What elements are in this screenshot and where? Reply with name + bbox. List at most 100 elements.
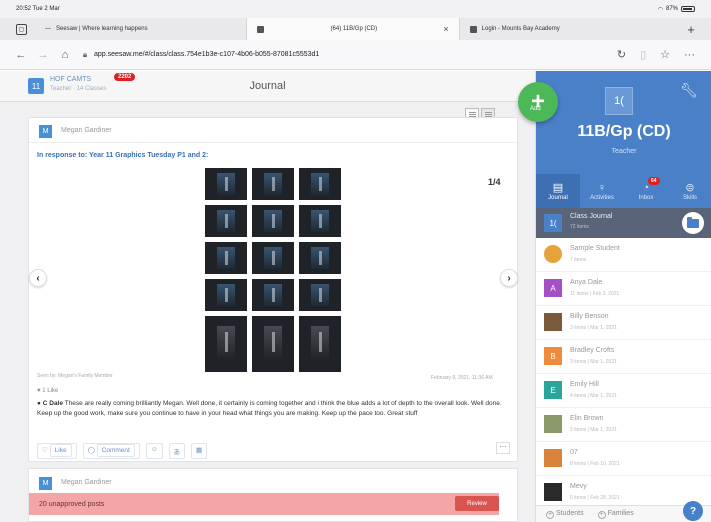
tab-inbox[interactable]: ◔ 64 Inbox — [624, 174, 668, 208]
browser-tab-login[interactable]: Login - Mounts Bay Academy — [460, 18, 671, 40]
student-avatar: A — [544, 279, 562, 297]
student-row[interactable]: Sample Student 7 items — [536, 238, 711, 272]
page-counter: 1/4 — [488, 177, 501, 187]
student-row[interactable]: Billy Benson 3 items | Mar 1, 2021 — [536, 306, 711, 340]
lightbulb-icon: ♀ — [597, 181, 607, 194]
artwork-thumbnail — [205, 242, 247, 274]
artwork-thumbnail — [252, 242, 294, 274]
post-author[interactable]: Megan Gardiner — [61, 479, 112, 486]
tab-label: (64) 11B/Gp (CD) — [330, 26, 378, 32]
like-count: 1 Like — [42, 388, 59, 394]
reader-icon[interactable]: ▯ — [640, 48, 646, 61]
previous-page-button[interactable]: ‹ — [29, 269, 47, 287]
class-side-panel: 1( 🔧︎ 11B/Gp (CD) Teacher ▤ Journal ♀ Ac… — [535, 71, 711, 522]
app-header: 11 HOF CAMTS Teacher · 14 Classes 2202 J… — [0, 71, 535, 102]
post-image-grid[interactable] — [205, 168, 345, 372]
book-icon: ▤ — [552, 182, 564, 194]
post-date: February 8, 2021, 11:36 AM — [431, 375, 493, 381]
tab-journal[interactable]: ▤ Journal — [536, 174, 580, 208]
reload-icon[interactable]: ↻ — [617, 48, 626, 61]
tab-label: Login - Mounts Bay Academy — [481, 26, 560, 32]
battery-icon — [681, 6, 695, 12]
student-avatar — [544, 245, 562, 263]
class-journal-avatar: 1( — [544, 214, 562, 232]
tab-label: Seesaw | Where learning happens — [56, 26, 148, 32]
new-tab-button[interactable]: + — [671, 22, 711, 37]
comment-button[interactable]: ◯ Comment — [82, 443, 140, 459]
tab-activities[interactable]: ♀ Activities — [580, 174, 624, 208]
tab-overview-icon[interactable]: ▢ — [16, 23, 27, 35]
page-title: Journal — [249, 80, 286, 92]
artwork-thumbnail — [252, 279, 294, 311]
artwork-thumbnail — [252, 168, 294, 200]
artwork-thumbnail — [205, 316, 247, 372]
tab-label: Inbox — [638, 194, 654, 201]
student-meta: 7 items — [570, 257, 587, 263]
student-avatar — [544, 449, 562, 467]
post-actions: ♡ Like ◯ Comment ☺ あ ▦ — [37, 443, 208, 459]
student-meta: 3 items | Mar 1, 2021 — [570, 325, 617, 331]
student-name: Billy Benson — [570, 313, 609, 320]
post-author[interactable]: Megan Gardiner — [61, 127, 112, 134]
author-avatar: M — [39, 125, 52, 138]
student-row[interactable]: A Anya Dale 11 items | Feb 3, 2021 — [536, 272, 711, 306]
back-arrow-icon[interactable]: ← — [10, 49, 32, 61]
students-button[interactable]: + Students — [546, 510, 584, 519]
student-name: Anya Dale — [570, 279, 603, 286]
artwork-thumbnail — [299, 205, 341, 237]
review-button[interactable]: Review — [455, 496, 499, 511]
browser-tab-seesaw[interactable]: — Seesaw | Where learning happens — [35, 18, 246, 40]
more-menu-icon[interactable]: ··· — [684, 49, 695, 61]
artwork-thumbnail — [252, 316, 294, 372]
class-journal-name: Class Journal — [570, 213, 613, 220]
battery-percent: 87% — [665, 6, 678, 12]
student-row[interactable]: Elin Brown 2 items | Mar 1, 2021 — [536, 408, 711, 442]
student-row[interactable]: 07 8 items | Feb 10, 2021 — [536, 442, 711, 476]
emoji-icon[interactable]: ☺ — [145, 443, 163, 459]
unapproved-posts-banner: 20 unapproved posts — [29, 493, 499, 515]
close-icon[interactable]: × — [443, 24, 448, 34]
journal-post: M Megan Gardiner In response to: Year 11… — [28, 117, 518, 462]
plus-circle-icon: + — [597, 510, 606, 519]
folders-button[interactable] — [682, 212, 704, 234]
url-field[interactable]: app.seesaw.me/#/class/class.754e1b3e-c10… — [94, 51, 617, 58]
families-button[interactable]: + Families — [597, 510, 634, 519]
response-to-link[interactable]: In response to: Year 11 Graphics Tuesday… — [37, 152, 208, 159]
artwork-thumbnail — [205, 168, 247, 200]
calendar-icon[interactable]: ▦ — [191, 443, 208, 459]
next-page-button[interactable]: › — [500, 269, 518, 287]
close-icon[interactable]: — — [45, 26, 51, 32]
translate-icon[interactable]: あ — [168, 443, 185, 459]
student-name: Emily Hill — [570, 381, 599, 388]
class-journal-row[interactable]: 1( Class Journal 72 items — [536, 208, 711, 238]
student-name: Sample Student — [570, 245, 620, 252]
wrench-icon[interactable]: 🔧︎ — [680, 82, 698, 99]
tab-label: Activities — [590, 194, 614, 201]
tab-skills[interactable]: ⊜ Skills — [668, 174, 711, 208]
seen-by-text: Seen by: Megan's Family Member — [37, 373, 113, 379]
tab-label: Journal — [548, 195, 568, 201]
students-label: Students — [556, 509, 584, 517]
student-list: Sample Student 7 items A Anya Dale 11 it… — [536, 238, 711, 510]
comment-author: C Dale — [42, 400, 63, 407]
like-button[interactable]: ♡ Like — [37, 443, 77, 459]
student-name: Bradley Crofts — [570, 347, 615, 354]
address-bar: ← → ⌂ 🔒︎ app.seesaw.me/#/class/class.754… — [0, 40, 711, 70]
favicon-icon — [257, 25, 265, 33]
more-options-button[interactable]: ··· — [496, 442, 510, 454]
address-actions: ↻ ▯ ☆ ··· — [617, 48, 695, 62]
forward-arrow-icon[interactable]: → — [32, 49, 54, 61]
lock-icon: 🔒︎ — [82, 49, 88, 59]
add-post-button[interactable]: + — [518, 82, 558, 122]
student-row[interactable]: E Emily Hill 4 items | Mar 1, 2021 — [536, 374, 711, 408]
favorite-star-icon[interactable]: ☆ — [660, 48, 670, 61]
skills-icon: ⊜ — [685, 182, 695, 194]
student-name: Mevy — [570, 483, 587, 490]
home-icon[interactable]: ⌂ — [54, 49, 76, 61]
favicon-icon — [469, 25, 477, 33]
browser-tab-class[interactable]: (64) 11B/Gp (CD) × — [246, 18, 460, 40]
help-button[interactable]: ? — [683, 501, 703, 521]
panel-class-name: 11B/Gp (CD) — [577, 123, 671, 140]
student-meta: 11 items | Feb 3, 2021 — [570, 291, 620, 297]
student-row[interactable]: B Bradley Crofts 3 items | Mar 1, 2021 — [536, 340, 711, 374]
